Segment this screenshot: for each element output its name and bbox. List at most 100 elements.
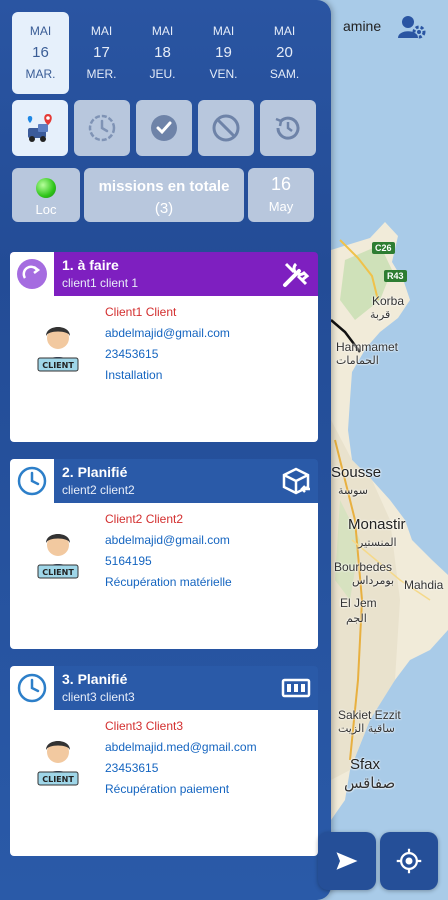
day-month: MAI — [90, 24, 113, 38]
day-month: MAI — [212, 24, 235, 38]
box-return-icon — [282, 467, 310, 495]
day-month: MAI — [273, 24, 296, 38]
day-item[interactable]: MAI 18 JEU. — [134, 12, 191, 94]
mission-subtitle: client3 client3 — [62, 690, 135, 704]
history-icon — [275, 116, 300, 140]
map-label: Sousse — [331, 464, 382, 481]
mission-type: Installation — [105, 368, 163, 382]
day-month: MAI — [151, 24, 174, 38]
map-label: Sakiet Ezzit — [338, 708, 401, 722]
client-avatar-icon: CLIENT — [37, 327, 79, 372]
missions-panel: MAI 16 MAR. MAI 17 MER. MAI 18 JEU. MAI … — [0, 0, 331, 900]
date-month: May — [268, 199, 294, 214]
history-filter-button[interactable] — [260, 100, 316, 156]
map-label: قربة — [370, 308, 391, 321]
day-item[interactable]: MAI 16 MAR. — [12, 12, 69, 94]
missions-total: missions en totale (3) — [84, 168, 244, 222]
mission-type: Récupération paiement — [105, 782, 230, 796]
map-label: Sfax — [350, 756, 381, 773]
map-label: الحمامات — [336, 354, 379, 367]
missions-total-label: missions en totale — [98, 178, 230, 195]
mission-body: CLIENT Client2 Client2 abdelmajid@gmail.… — [10, 503, 318, 649]
status-icon-box — [10, 666, 54, 710]
mission-body: CLIENT Client3 Client3 abdelmajid.med@gm… — [10, 710, 318, 856]
tools-icon — [283, 262, 310, 287]
client-phone[interactable]: 23453615 — [105, 344, 230, 365]
client-info: Client2 Client2 abdelmajid@gmail.com 516… — [105, 509, 232, 593]
map-label: سوسة — [338, 484, 369, 497]
day-item[interactable]: MAI 20 SAM. — [256, 12, 313, 94]
day-number: 20 — [276, 44, 293, 61]
day-weekday: MER. — [86, 67, 117, 81]
mission-title: 1. à faire — [62, 257, 119, 273]
client-phone[interactable]: 5164195 — [105, 551, 232, 572]
check-circle-icon — [151, 115, 177, 141]
client-email[interactable]: abdelmajid.med@gmail.com — [105, 737, 257, 758]
day-number: 18 — [154, 44, 171, 61]
day-month: MAI — [29, 24, 52, 38]
client-info: Client1 Client abdelmajid@gmail.com 2345… — [105, 302, 230, 386]
send-button[interactable] — [318, 832, 376, 890]
location-label: Loc — [35, 202, 57, 217]
user-settings-icon[interactable] — [398, 14, 426, 40]
date-day: 16 — [270, 174, 292, 194]
clock-icon — [88, 114, 116, 142]
day-weekday: VEN. — [209, 67, 238, 81]
day-number: 19 — [215, 44, 232, 61]
day-selector: MAI 16 MAR. MAI 17 MER. MAI 18 JEU. MAI … — [12, 12, 313, 94]
location-status[interactable]: Loc — [12, 168, 80, 222]
redo-icon — [17, 259, 47, 289]
pending-filter-button[interactable] — [74, 100, 130, 156]
map-label: المنستير — [358, 536, 397, 549]
map-label: Monastir — [348, 516, 406, 533]
gps-target-icon — [396, 848, 422, 874]
client-email[interactable]: abdelmajid@gmail.com — [105, 530, 232, 551]
client-name: Client2 Client2 — [105, 512, 184, 526]
map-label: صفاقس — [344, 774, 396, 792]
user-name: amine — [343, 18, 382, 34]
client-name: Client3 Client3 — [105, 719, 184, 733]
current-date: 16 May — [248, 168, 314, 222]
mission-card[interactable]: 2. Planifié client2 client2 CLIENT Clien… — [10, 459, 318, 649]
map-label: بومرداس — [352, 574, 395, 587]
mission-card[interactable]: 3. Planifié client3 client3 CLIENT Clien… — [10, 666, 318, 856]
client-phone[interactable]: 23453615 — [105, 758, 257, 779]
map-label: El Jem — [340, 596, 377, 610]
map-label: Bourbedes — [334, 560, 393, 574]
client-badge: CLIENT — [42, 361, 74, 370]
day-number: 17 — [93, 44, 110, 61]
mission-card[interactable]: 1. à faire client1 client 1 CLIENT Clien… — [10, 252, 318, 442]
mission-type: Récupération matérielle — [105, 575, 232, 589]
done-filter-button[interactable] — [136, 100, 192, 156]
client-email[interactable]: abdelmajid@gmail.com — [105, 323, 230, 344]
day-weekday: MAR. — [25, 67, 56, 81]
route-map-button[interactable] — [12, 100, 68, 156]
map-label: Korba — [372, 294, 405, 308]
status-icon-box — [10, 459, 54, 503]
cancelled-filter-button[interactable] — [198, 100, 254, 156]
cash-icon — [281, 678, 311, 698]
filter-toolbar — [12, 100, 316, 156]
map-label: الجم — [346, 612, 367, 625]
clock-icon — [17, 673, 47, 703]
route-map-icon — [27, 114, 52, 142]
missions-total-count: (3) — [154, 200, 174, 217]
map-label: ساقية الزيت — [338, 722, 395, 735]
day-number: 16 — [32, 44, 49, 61]
day-weekday: SAM. — [269, 67, 300, 81]
status-icon-box — [10, 252, 54, 296]
day-item[interactable]: MAI 17 MER. — [73, 12, 130, 94]
locate-me-button[interactable] — [380, 832, 438, 890]
mission-subtitle: client2 client2 — [62, 483, 135, 497]
mission-body: CLIENT Client1 Client abdelmajid@gmail.c… — [10, 296, 318, 442]
map-label: Mahdia — [404, 578, 444, 592]
mission-subtitle: client1 client 1 — [62, 276, 139, 290]
mission-title: 2. Planifié — [62, 464, 128, 480]
day-item[interactable]: MAI 19 VEN. — [195, 12, 252, 94]
mission-header: 2. Planifié client2 client2 — [10, 459, 318, 503]
mission-header: 3. Planifié client3 client3 — [10, 666, 318, 710]
client-info: Client3 Client3 abdelmajid.med@gmail.com… — [105, 716, 257, 800]
client-name: Client1 Client — [105, 305, 177, 319]
client-avatar-icon: CLIENT — [37, 534, 79, 579]
mission-header: 1. à faire client1 client 1 — [10, 252, 318, 296]
